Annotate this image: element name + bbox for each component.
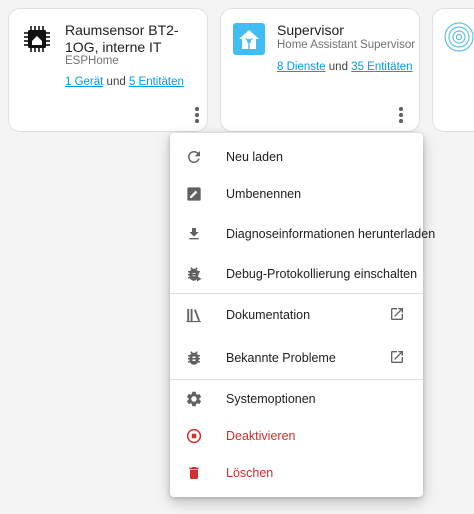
card-links: 8 Dienste und 35 Entitäten xyxy=(277,61,413,73)
integration-card-supervisor: Supervisor Home Assistant Supervisor 8 D… xyxy=(220,8,420,132)
card-links: 1 Gerät und 5 Entitäten xyxy=(65,76,184,88)
menu-item-label: Neu laden xyxy=(226,150,283,164)
menu-item-documentation[interactable]: Dokumentation xyxy=(170,297,423,333)
gear-icon xyxy=(182,387,206,411)
kebab-dot xyxy=(399,113,403,117)
menu-item-label: Diagnoseinformationen herunterladen xyxy=(226,227,436,241)
open-in-new-icon xyxy=(389,306,407,324)
stop-circle-icon xyxy=(182,424,206,448)
integration-card-raumsensor: Raumsensor BT2-1OG, interne IT ESPHome 1… xyxy=(8,8,208,132)
kebab-dot xyxy=(399,107,403,111)
card-subtitle: ESPHome xyxy=(65,55,119,67)
books-icon xyxy=(182,303,206,327)
menu-item-system-options[interactable]: Systemoptionen xyxy=(170,381,423,417)
reload-icon xyxy=(182,145,206,169)
rename-icon xyxy=(182,182,206,206)
kebab-dot xyxy=(195,119,199,123)
open-in-new-icon xyxy=(389,349,407,367)
menu-item-label: Systemoptionen xyxy=(226,392,316,406)
menu-item-enable-debug[interactable]: Debug-Protokollierung einschalten xyxy=(170,256,423,292)
integrations-page: Raumsensor BT2-1OG, interne IT ESPHome 1… xyxy=(0,0,474,514)
menu-divider xyxy=(170,379,423,380)
card-subtitle: Home Assistant Supervisor xyxy=(277,39,416,51)
overflow-menu-button[interactable] xyxy=(389,103,413,127)
menu-item-reload[interactable]: Neu laden xyxy=(170,139,423,175)
links-joiner: und xyxy=(325,61,352,73)
supervisor-house-icon xyxy=(233,23,265,55)
bug-icon xyxy=(182,346,206,370)
menu-item-label: Deaktivieren xyxy=(226,429,296,443)
esphome-chip-icon xyxy=(21,23,53,55)
menu-item-disable[interactable]: Deaktivieren xyxy=(170,418,423,454)
integration-card-partial xyxy=(432,8,474,132)
menu-item-label: Bekannte Probleme xyxy=(226,351,336,365)
menu-item-known-issues[interactable]: Bekannte Probleme xyxy=(170,340,423,376)
links-joiner: und xyxy=(103,76,129,88)
menu-item-rename[interactable]: Umbenennen xyxy=(170,176,423,212)
menu-item-label: Debug-Protokollierung einschalten xyxy=(226,267,418,281)
menu-item-download-diagnostics[interactable]: Diagnoseinformationen herunterladen xyxy=(170,216,435,252)
download-icon xyxy=(182,222,206,246)
kebab-dot xyxy=(195,107,199,111)
menu-item-label: Dokumentation xyxy=(226,308,311,322)
card-title: Raumsensor BT2-1OG, interne IT xyxy=(65,22,179,55)
entities-link[interactable]: 35 Entitäten xyxy=(351,61,412,73)
kebab-dot xyxy=(195,113,199,117)
menu-item-label: Löschen xyxy=(226,466,274,480)
menu-item-label: Umbenennen xyxy=(226,187,302,201)
menu-item-delete[interactable]: Löschen xyxy=(170,455,423,491)
entities-link[interactable]: 5 Entitäten xyxy=(129,76,184,88)
card-title: Supervisor xyxy=(277,22,344,38)
integration-overflow-menu: Neu laden Umbenennen Diagnoseinformation… xyxy=(170,133,435,497)
partial-integration-logo-icon xyxy=(443,21,474,53)
devices-link[interactable]: 1 Gerät xyxy=(65,76,103,88)
trash-icon xyxy=(182,461,206,485)
menu-divider xyxy=(170,293,423,294)
kebab-dot xyxy=(399,119,403,123)
services-link[interactable]: 8 Dienste xyxy=(277,61,326,73)
overflow-menu-button[interactable] xyxy=(185,103,209,127)
bug-play-icon xyxy=(182,262,206,286)
